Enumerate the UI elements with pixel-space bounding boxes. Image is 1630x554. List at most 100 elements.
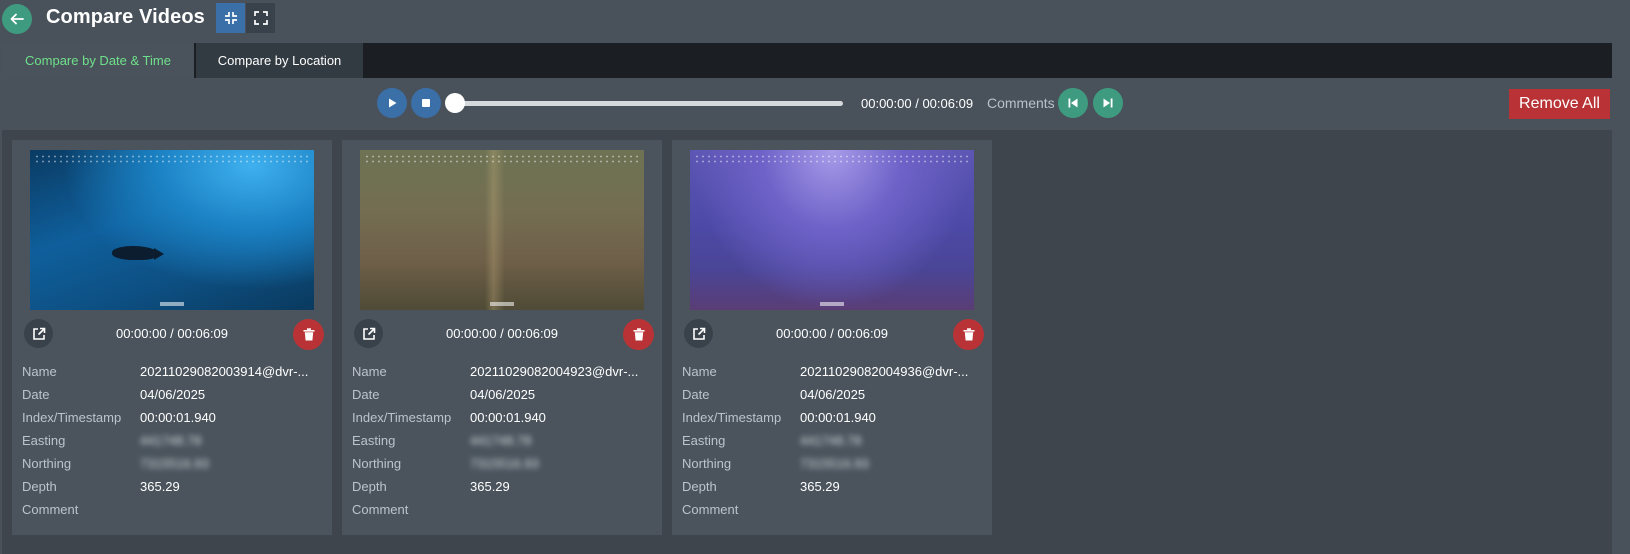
back-button[interactable] <box>2 4 32 34</box>
property-name: Name 20211029082003914@dvr-... <box>22 364 326 387</box>
video-overlay-caption <box>490 302 514 306</box>
seek-track[interactable] <box>452 101 843 106</box>
arrow-left-icon <box>10 13 24 25</box>
stop-icon <box>422 99 430 107</box>
property-label: Depth <box>682 479 717 494</box>
property-label: Index/Timestamp <box>22 410 122 425</box>
property-label: Depth <box>22 479 57 494</box>
property-value: 04/06/2025 <box>800 387 866 402</box>
property-label: Date <box>22 387 50 402</box>
video-overlay-text <box>364 154 640 164</box>
property-index: Index/Timestamp 00:00:01.940 <box>352 410 656 433</box>
page-title: Compare Videos <box>46 6 205 28</box>
property-value: 365.29 <box>800 479 840 494</box>
property-label: Northing <box>22 456 72 471</box>
property-value: 00:00:01.940 <box>470 410 546 425</box>
fish-shape <box>112 246 158 260</box>
video-overlay-text <box>694 154 970 164</box>
property-value: 20211029082003914@dvr-... <box>140 364 309 379</box>
property-label: Easting <box>22 433 66 448</box>
fullscreen-button[interactable] <box>246 3 275 33</box>
property-label: Index/Timestamp <box>682 410 782 425</box>
property-date: Date 04/06/2025 <box>22 387 326 410</box>
property-label: Name <box>352 364 387 379</box>
video-overlay-caption <box>820 302 844 306</box>
property-label: Comment <box>682 502 739 517</box>
trash-icon <box>633 328 644 341</box>
property-index: Index/Timestamp 00:00:01.940 <box>682 410 986 433</box>
property-value: 7315516.93 <box>800 456 869 471</box>
property-easting: Easting 441748.78 <box>352 433 656 456</box>
property-name: Name 20211029082004923@dvr-... <box>352 364 656 387</box>
seek-handle[interactable] <box>445 93 465 113</box>
video-overlay-caption <box>160 302 184 306</box>
tab-compare-by-location[interactable]: Compare by Location <box>196 43 363 78</box>
property-date: Date 04/06/2025 <box>352 387 656 410</box>
play-icon <box>389 98 397 108</box>
tab-bar: Compare by Date & Time Compare by Locati… <box>2 43 1612 78</box>
property-value: 04/06/2025 <box>140 387 206 402</box>
next-comment-button[interactable] <box>1093 88 1123 118</box>
video-thumbnail[interactable] <box>690 150 974 310</box>
video-card: 00:00:00 / 00:06:09 Name 202110290820049… <box>672 140 992 535</box>
property-label: Index/Timestamp <box>352 410 452 425</box>
property-label: Name <box>682 364 717 379</box>
collapse-icon <box>224 12 237 24</box>
video-thumbnail[interactable] <box>360 150 644 310</box>
property-depth: Depth 365.29 <box>22 479 326 502</box>
video-properties: Name 20211029082004923@dvr-... Date 04/0… <box>352 364 656 525</box>
property-value: 7315516.93 <box>140 456 209 471</box>
comments-label: Comments <box>987 95 1055 111</box>
property-value: 441748.78 <box>140 433 202 448</box>
delete-video-button[interactable] <box>293 319 324 350</box>
property-index: Index/Timestamp 00:00:01.940 <box>22 410 326 433</box>
property-label: Northing <box>682 456 732 471</box>
property-value: 20211029082004923@dvr-... <box>470 364 639 379</box>
property-value: 441748.78 <box>470 433 532 448</box>
trash-icon <box>963 328 974 341</box>
fish-tail-shape <box>154 248 164 260</box>
property-date: Date 04/06/2025 <box>682 387 986 410</box>
property-northing: Northing 7315516.93 <box>682 456 986 479</box>
property-depth: Depth 365.29 <box>682 479 986 502</box>
fullscreen-icon <box>253 11 268 25</box>
trash-icon <box>303 328 314 341</box>
property-value: 04/06/2025 <box>470 387 536 402</box>
property-northing: Northing 7315516.93 <box>352 456 656 479</box>
previous-comment-button[interactable] <box>1058 88 1088 118</box>
property-comment: Comment <box>352 502 656 525</box>
property-label: Name <box>22 364 57 379</box>
card-controls: 00:00:00 / 00:06:09 <box>672 317 992 351</box>
delete-video-button[interactable] <box>623 319 654 350</box>
player-controls: 00:00:00 / 00:06:09 Comments Remove All <box>0 78 1630 128</box>
property-comment: Comment <box>22 502 326 525</box>
property-value: 365.29 <box>470 479 510 494</box>
header: Compare Videos <box>0 0 1630 40</box>
video-properties: Name 20211029082003914@dvr-... Date 04/0… <box>22 364 326 525</box>
property-northing: Northing 7315516.93 <box>22 456 326 479</box>
tab-compare-by-date-time[interactable]: Compare by Date & Time <box>2 43 194 78</box>
delete-video-button[interactable] <box>953 319 984 350</box>
card-controls: 00:00:00 / 00:06:09 <box>12 317 332 351</box>
card-controls: 00:00:00 / 00:06:09 <box>342 317 662 351</box>
video-card: 00:00:00 / 00:06:09 Name 202110290820049… <box>342 140 662 535</box>
property-label: Depth <box>352 479 387 494</box>
video-thumbnail[interactable] <box>30 150 314 310</box>
property-easting: Easting 441748.78 <box>682 433 986 456</box>
skip-previous-icon <box>1068 98 1078 108</box>
property-label: Date <box>352 387 380 402</box>
video-time: 00:00:00 / 00:06:09 <box>115 326 229 341</box>
skip-next-icon <box>1103 98 1113 108</box>
property-value: 20211029082004936@dvr-... <box>800 364 969 379</box>
playback-time: 00:00:00 / 00:06:09 <box>861 96 974 111</box>
video-time: 00:00:00 / 00:06:09 <box>775 326 889 341</box>
property-label: Comment <box>22 502 79 517</box>
play-button[interactable] <box>377 88 407 118</box>
collapse-button[interactable] <box>216 3 245 33</box>
video-overlay-text <box>34 154 310 164</box>
property-label: Easting <box>682 433 726 448</box>
video-card: 00:00:00 / 00:06:09 Name 202110290820039… <box>12 140 332 535</box>
stop-button[interactable] <box>411 88 441 118</box>
property-value: 7315516.93 <box>470 456 539 471</box>
remove-all-button[interactable]: Remove All <box>1509 89 1610 119</box>
